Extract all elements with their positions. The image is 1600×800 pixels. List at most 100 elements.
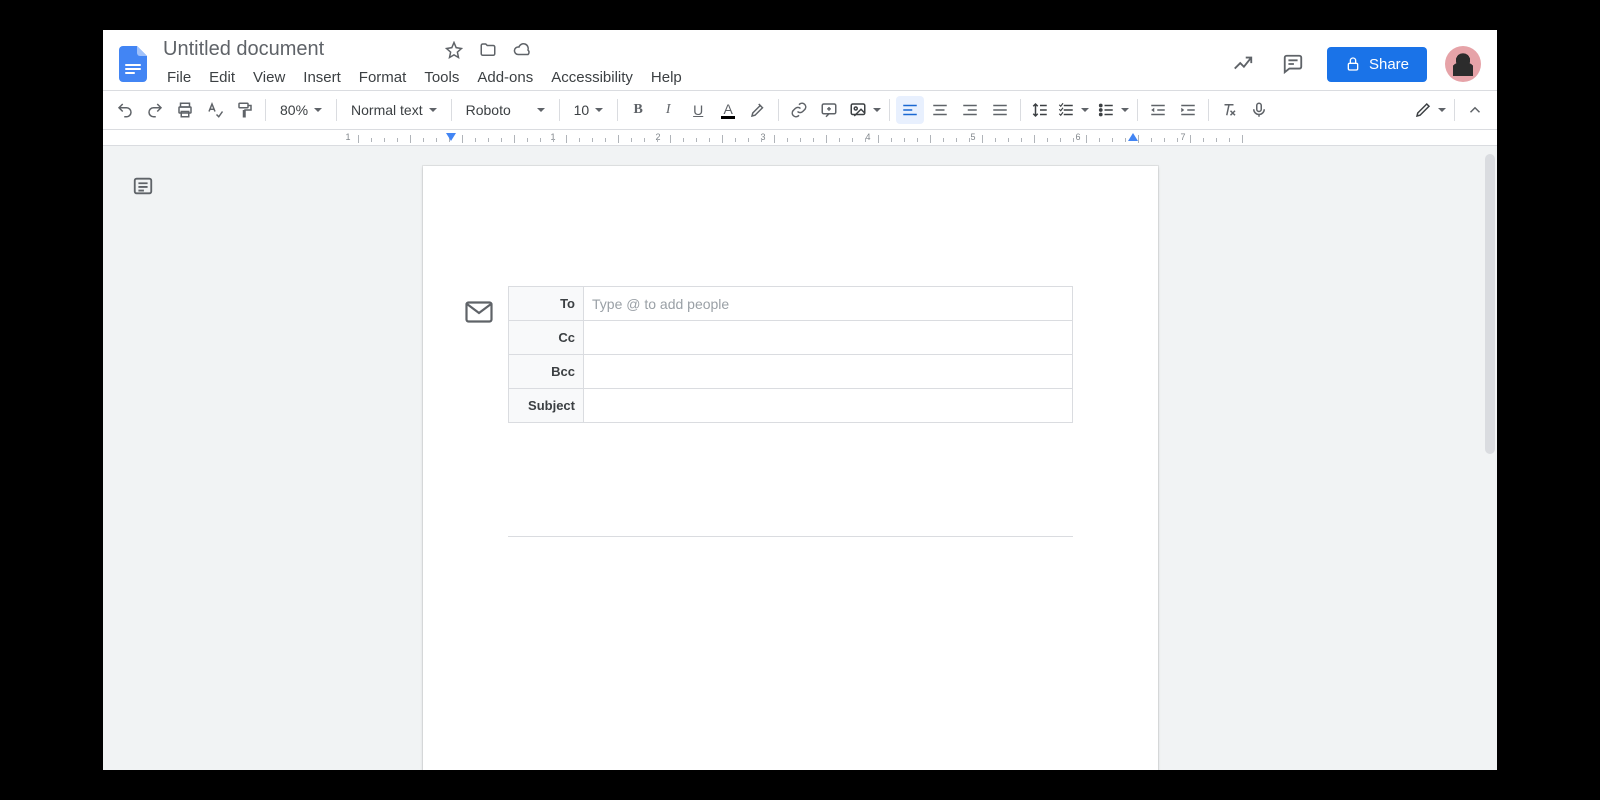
menu-view[interactable]: View	[245, 65, 293, 90]
ruler-tick	[462, 135, 463, 143]
highlight-color-button[interactable]	[744, 96, 772, 124]
left-indent-marker[interactable]	[445, 132, 457, 144]
align-left-button[interactable]	[896, 96, 924, 124]
account-avatar[interactable]	[1445, 46, 1481, 82]
email-cc-input[interactable]	[584, 321, 1072, 354]
align-right-button[interactable]	[956, 96, 984, 124]
undo-button[interactable]	[111, 96, 139, 124]
star-icon[interactable]	[442, 38, 466, 62]
align-justify-button[interactable]	[986, 96, 1014, 124]
open-comments-icon[interactable]	[1277, 48, 1309, 80]
bold-button[interactable]: B	[624, 96, 652, 124]
ruler-tick	[995, 138, 996, 142]
right-indent-marker[interactable]	[1127, 132, 1139, 144]
cloud-status-icon[interactable]	[510, 38, 534, 62]
separator	[559, 99, 560, 121]
move-folder-icon[interactable]	[476, 38, 500, 62]
print-button[interactable]	[171, 96, 199, 124]
separator	[336, 99, 337, 121]
share-button[interactable]: Share	[1327, 47, 1427, 82]
ruler-tick	[839, 138, 840, 142]
gmail-icon[interactable]	[465, 301, 493, 328]
ruler-tick	[904, 138, 905, 142]
ruler-tick	[514, 135, 515, 143]
ruler-tick	[969, 138, 970, 142]
insert-image-dropdown[interactable]	[845, 96, 883, 124]
ruler-tick	[1190, 135, 1191, 143]
email-to-input[interactable]	[584, 287, 1072, 320]
menu-addons[interactable]: Add-ons	[469, 65, 541, 90]
ruler-tick	[553, 138, 554, 142]
ruler-tick	[605, 138, 606, 142]
menu-file[interactable]: File	[159, 65, 199, 90]
ruler-tick	[1099, 138, 1100, 142]
ruler-tick	[761, 138, 762, 142]
editing-mode-dropdown[interactable]	[1410, 96, 1448, 124]
ruler-tick	[1034, 135, 1035, 143]
horizontal-ruler[interactable]: 11234567	[103, 130, 1497, 146]
clear-formatting-button[interactable]	[1215, 96, 1243, 124]
document-outline-toggle[interactable]	[125, 168, 161, 204]
menu-insert[interactable]: Insert	[295, 65, 349, 90]
line-spacing-dropdown[interactable]	[1027, 96, 1051, 124]
text-color-button[interactable]: A	[714, 96, 742, 124]
ruler-tick	[1086, 135, 1087, 143]
share-label: Share	[1369, 56, 1409, 73]
insert-link-button[interactable]	[785, 96, 813, 124]
font-family-dropdown[interactable]: Roboto	[458, 96, 553, 124]
ruler-tick	[657, 138, 658, 142]
menu-format[interactable]: Format	[351, 65, 415, 90]
zoom-dropdown[interactable]: 80%	[272, 96, 330, 124]
italic-button[interactable]: I	[654, 96, 682, 124]
separator	[451, 99, 452, 121]
document-title-input[interactable]	[159, 36, 432, 63]
align-center-button[interactable]	[926, 96, 954, 124]
ruler-tick	[735, 138, 736, 142]
google-docs-window: File Edit View Insert Format Tools Add-o…	[103, 30, 1497, 770]
activity-icon[interactable]	[1227, 48, 1259, 80]
ruler-tick	[644, 138, 645, 142]
increase-indent-button[interactable]	[1174, 96, 1202, 124]
ruler-tick	[891, 138, 892, 142]
font-size-dropdown[interactable]: 10	[566, 96, 612, 124]
ruler-tick	[618, 135, 619, 143]
menu-help[interactable]: Help	[643, 65, 690, 90]
style-value: Normal text	[351, 102, 423, 118]
menu-tools[interactable]: Tools	[416, 65, 467, 90]
ruler-number: 7	[1180, 132, 1185, 142]
font-value: Roboto	[466, 102, 511, 118]
ruler-number: 4	[865, 132, 870, 142]
menu-edit[interactable]: Edit	[201, 65, 243, 90]
vertical-scrollbar[interactable]	[1483, 146, 1497, 770]
checklist-dropdown[interactable]	[1053, 96, 1091, 124]
ruler-tick	[501, 138, 502, 142]
add-comment-button[interactable]	[815, 96, 843, 124]
paragraph-style-dropdown[interactable]: Normal text	[343, 96, 445, 124]
menu-accessibility[interactable]: Accessibility	[543, 65, 641, 90]
email-bcc-input[interactable]	[584, 355, 1072, 388]
bulleted-list-dropdown[interactable]	[1093, 96, 1131, 124]
voice-typing-button[interactable]	[1245, 96, 1273, 124]
ruler-tick	[397, 138, 398, 142]
scrollbar-thumb[interactable]	[1485, 154, 1495, 454]
paint-format-button[interactable]	[231, 96, 259, 124]
spellcheck-button[interactable]	[201, 96, 229, 124]
decrease-indent-button[interactable]	[1144, 96, 1172, 124]
email-subject-input[interactable]	[584, 389, 1072, 422]
docs-logo-icon[interactable]	[115, 40, 151, 88]
ruler-tick	[930, 135, 931, 143]
underline-button[interactable]: U	[684, 96, 712, 124]
redo-button[interactable]	[141, 96, 169, 124]
ruler-tick	[1112, 138, 1113, 142]
collapse-toolbar-button[interactable]	[1461, 96, 1489, 124]
toolbar: 80% Normal text Roboto 10 B I U A	[103, 90, 1497, 130]
lock-icon	[1345, 56, 1361, 72]
ruler-tick	[1177, 138, 1178, 142]
document-page[interactable]: To Cc Bcc Subject	[423, 166, 1158, 770]
ruler-tick	[436, 138, 437, 142]
email-bcc-label: Bcc	[509, 355, 584, 388]
ruler-tick	[826, 135, 827, 143]
ruler-tick	[410, 135, 411, 143]
ruler-tick	[631, 138, 632, 142]
ruler-number: 1	[345, 132, 350, 142]
